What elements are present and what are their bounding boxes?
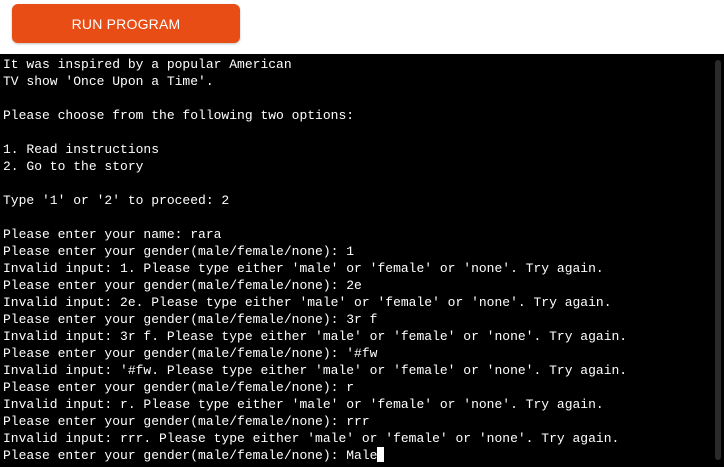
terminal-line: 2. Go to the story: [3, 158, 708, 175]
terminal-line: Please enter your gender(male/female/non…: [3, 447, 708, 464]
terminal-line-text: Invalid input: '#fw. Please type either …: [3, 363, 628, 378]
terminal-line: TV show 'Once Upon a Time'.: [3, 73, 708, 90]
run-program-button[interactable]: RUN PROGRAM: [12, 4, 240, 43]
terminal-line: Invalid input: 3r f. Please type either …: [3, 328, 708, 345]
terminal-line-text: Please choose from the following two opt…: [3, 108, 355, 123]
terminal-line: 1. Read instructions: [3, 141, 708, 158]
terminal-line: Invalid input: rrr. Please type either '…: [3, 430, 708, 447]
terminal-line-text: 1. Read instructions: [3, 142, 160, 157]
terminal-line: Invalid input: '#fw. Please type either …: [3, 362, 708, 379]
terminal-line: Invalid input: r. Please type either 'ma…: [3, 396, 708, 413]
terminal-line-text: TV show 'Once Upon a Time'.: [3, 74, 214, 89]
terminal-line-text: Invalid input: rrr. Please type either '…: [3, 431, 620, 446]
terminal-line-text: Invalid input: 3r f. Please type either …: [3, 329, 628, 344]
scrollbar-thumb[interactable]: [715, 60, 721, 460]
terminal-line: Please enter your gender(male/female/non…: [3, 379, 708, 396]
terminal-line-text: Please enter your gender(male/female/non…: [3, 346, 378, 361]
terminal-line: Invalid input: 2e. Please type either 'm…: [3, 294, 708, 311]
terminal-line-text: Please enter your gender(male/female/non…: [3, 312, 378, 327]
terminal-line: Please enter your name: rara: [3, 226, 708, 243]
terminal-line-text: 2. Go to the story: [3, 159, 144, 174]
terminal-line: Please choose from the following two opt…: [3, 107, 708, 124]
terminal-line: Please enter your gender(male/female/non…: [3, 243, 708, 260]
terminal-line: Type '1' or '2' to proceed: 2: [3, 192, 708, 209]
terminal-line-text: Invalid input: r. Please type either 'ma…: [3, 397, 604, 412]
terminal-line-text: Please enter your gender(male/female/non…: [3, 414, 370, 429]
terminal-line: Invalid input: 1. Please type either 'ma…: [3, 260, 708, 277]
terminal-line: Please enter your gender(male/female/non…: [3, 277, 708, 294]
terminal-line-text: Please enter your name: rara: [3, 227, 222, 242]
page: RUN PROGRAM It was inspired by a popular…: [0, 0, 724, 467]
terminal-output: It was inspired by a popular American TV …: [3, 56, 708, 467]
terminal-line: It was inspired by a popular American: [3, 56, 708, 73]
terminal-line-text: Please enter your gender(male/female/non…: [3, 380, 355, 395]
terminal-line: Please enter your gender(male/female/non…: [3, 345, 708, 362]
terminal-cursor: [377, 447, 385, 462]
terminal-line-text: Type '1' or '2' to proceed: 2: [3, 193, 230, 208]
terminal-line: Please enter your gender(male/female/non…: [3, 311, 708, 328]
terminal-scrollbar[interactable]: [710, 54, 724, 467]
terminal[interactable]: It was inspired by a popular American TV …: [0, 54, 724, 467]
terminal-line-text: It was inspired by a popular American: [3, 57, 292, 72]
terminal-line-text: Please enter your gender(male/female/non…: [3, 244, 355, 259]
terminal-line-text: Please enter your gender(male/female/non…: [3, 278, 362, 293]
terminal-line: Please enter your gender(male/female/non…: [3, 413, 708, 430]
terminal-line-text: Invalid input: 1. Please type either 'ma…: [3, 261, 604, 276]
terminal-line-text: Invalid input: 2e. Please type either 'm…: [3, 295, 612, 310]
terminal-line-text: Please enter your gender(male/female/non…: [3, 448, 378, 463]
